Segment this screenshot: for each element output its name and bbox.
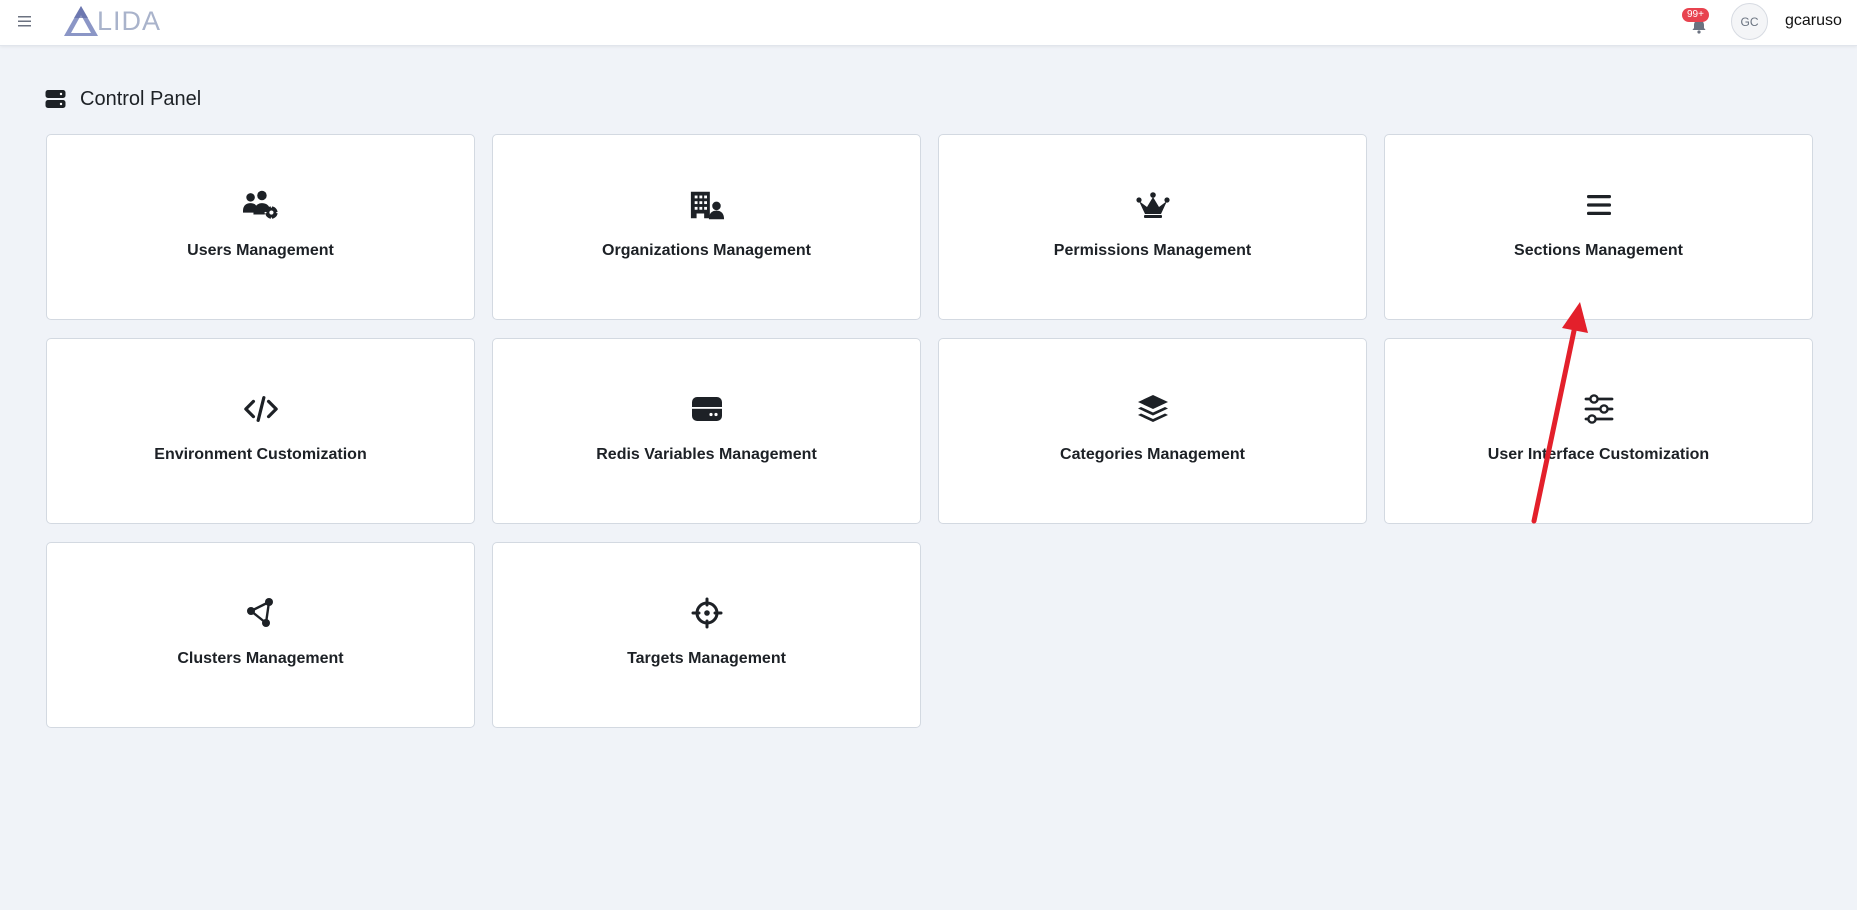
card-label: Redis Variables Management [596,446,817,463]
card-permissions-management[interactable]: Permissions Management [938,134,1367,320]
username-label[interactable]: gcaruso [1785,12,1842,30]
page-title: Control Panel [80,87,202,110]
server-icon [45,90,66,108]
logo-text: LIDA [97,5,162,36]
crosshairs-icon [689,597,725,629]
card-label: Organizations Management [602,242,811,259]
card-label: Users Management [187,242,334,259]
crown-icon [1135,189,1171,221]
circle-nodes-icon [243,597,279,629]
card-label: Permissions Management [1053,242,1252,259]
card-label: Targets Management [627,650,786,667]
card-label: Categories Management [1060,446,1245,463]
logo-triangle-icon [64,6,98,36]
card-categories-management[interactable]: Categories Management [938,338,1367,524]
card-users-management[interactable]: Users Management [46,134,475,320]
layer-group-icon [1135,393,1171,425]
card-label: Environment Customization [154,446,367,463]
top-bar: LIDA 99+ GC gcaruso [0,0,1857,46]
card-sections-management[interactable]: Sections Management [1384,134,1813,320]
card-redis-variables-management[interactable]: Redis Variables Management [492,338,921,524]
card-environment-customization[interactable]: Environment Customization [46,338,475,524]
hard-drive-icon [689,393,725,425]
code-icon [243,393,279,425]
app-logo[interactable]: LIDA [62,3,161,39]
card-clusters-management[interactable]: Clusters Management [46,542,475,728]
card-organizations-management[interactable]: Organizations Management [492,134,921,320]
card-label: Clusters Management [177,650,344,667]
card-user-interface-customization[interactable]: User Interface Customization [1384,338,1813,524]
bars-icon [1581,189,1617,221]
notifications-button[interactable]: 99+ [1682,8,1716,38]
sliders-icon [1581,393,1617,425]
avatar[interactable]: GC [1731,3,1768,40]
card-label: User Interface Customization [1487,446,1710,463]
menu-toggle-icon[interactable] [16,12,34,30]
card-label: Sections Management [1514,242,1683,259]
building-user-icon [689,189,725,221]
notification-count-badge: 99+ [1682,8,1709,22]
page-header: Control Panel [45,86,201,112]
users-gear-icon [242,189,279,221]
card-targets-management[interactable]: Targets Management [492,542,921,728]
